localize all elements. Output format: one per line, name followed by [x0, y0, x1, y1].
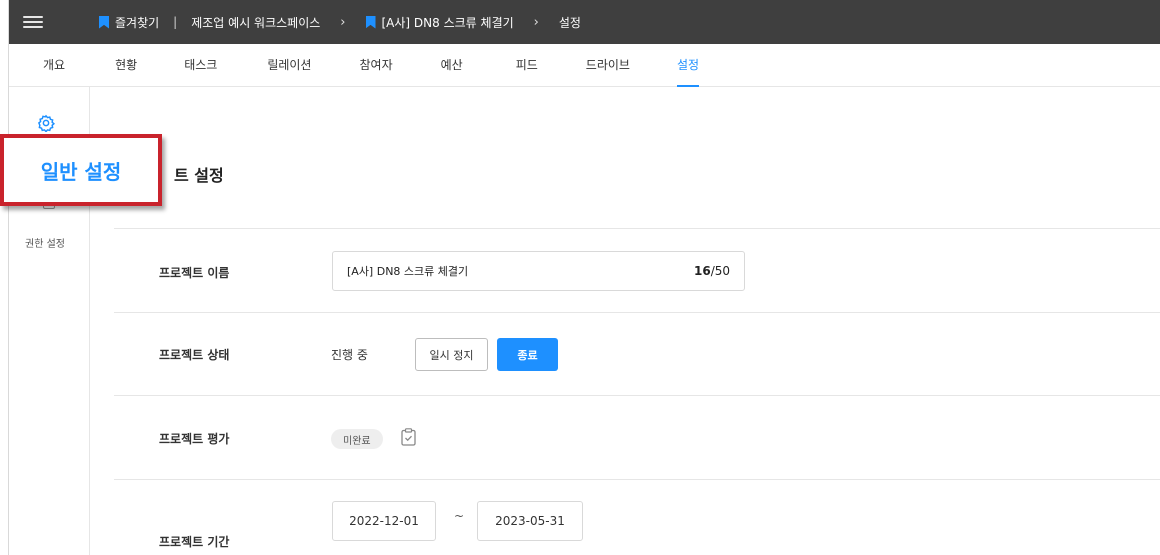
date-range-separator: ~ [454, 509, 465, 523]
char-count: 16 [693, 264, 711, 278]
divider [114, 479, 1160, 480]
general-settings-callout: 일반 설정 [0, 134, 162, 206]
menu-icon[interactable] [23, 16, 43, 28]
top-bar: 즐겨찾기 | 제조업 예시 워크스페이스 › [A사] DN8 스크류 체결기 … [9, 0, 1160, 44]
project-period-label: 프로젝트 기간 [159, 535, 230, 549]
tab-budget[interactable]: 예산 [441, 44, 463, 87]
project-name-label: 프로젝트 이름 [159, 266, 230, 280]
breadcrumb-separator: | [173, 15, 178, 29]
callout-label: 일반 설정 [40, 159, 122, 184]
tab-bar: 개요 현황 태스크 릴레이션 참여자 예산 피드 드라이브 설정 [9, 44, 1160, 87]
tab-overview[interactable]: 개요 [43, 44, 65, 87]
tab-drive[interactable]: 드라이브 [586, 44, 630, 87]
end-date-input[interactable]: 2023-05-31 [477, 501, 583, 541]
project-name-value: [A사] DN8 스크류 체결기 [347, 265, 469, 278]
clipboard-check-icon[interactable] [401, 428, 416, 446]
project-eval-label: 프로젝트 평가 [159, 432, 230, 446]
breadcrumb-project[interactable]: [A사] DN8 스크류 체결기 [382, 14, 514, 31]
tab-status[interactable]: 현황 [115, 44, 137, 87]
chevron-right-icon: › [533, 14, 539, 30]
char-counter: 16/50 [694, 264, 730, 278]
section-title: 트 설정 [174, 166, 224, 185]
breadcrumb-workspace[interactable]: 제조업 예시 워크스페이스 [191, 14, 320, 31]
breadcrumb-favorites[interactable]: 즐겨찾기 [115, 14, 159, 31]
end-button[interactable]: 종료 [497, 338, 558, 371]
breadcrumb: 즐겨찾기 | 제조업 예시 워크스페이스 › [A사] DN8 스크류 체결기 … [99, 14, 581, 31]
divider [114, 312, 1160, 313]
tab-tasks[interactable]: 태스크 [184, 44, 217, 87]
sidebar-item-permissions[interactable]: 권한 설정 [25, 235, 65, 250]
chevron-right-icon: › [340, 14, 346, 30]
start-date-input[interactable]: 2022-12-01 [332, 501, 436, 541]
char-max: /50 [710, 264, 730, 278]
tab-members[interactable]: 참여자 [359, 44, 392, 87]
pause-button[interactable]: 일시 정지 [415, 338, 488, 371]
breadcrumb-current: 설정 [558, 15, 581, 30]
divider [114, 395, 1160, 396]
app-window: 즐겨찾기 | 제조업 예시 워크스페이스 › [A사] DN8 스크류 체결기 … [8, 0, 1160, 555]
project-name-input[interactable]: [A사] DN8 스크류 체결기 16/50 [332, 251, 745, 291]
divider [114, 228, 1160, 229]
bookmark-icon [365, 15, 376, 29]
tab-settings[interactable]: 설정 [676, 44, 700, 87]
project-status-value: 진행 중 [331, 348, 368, 362]
eval-status-badge: 미완료 [331, 429, 383, 449]
tab-relations[interactable]: 릴레이션 [267, 44, 311, 87]
gear-icon[interactable] [37, 114, 55, 132]
project-status-label: 프로젝트 상태 [159, 348, 230, 362]
bookmark-icon [99, 15, 109, 29]
tab-feed[interactable]: 피드 [516, 44, 538, 87]
